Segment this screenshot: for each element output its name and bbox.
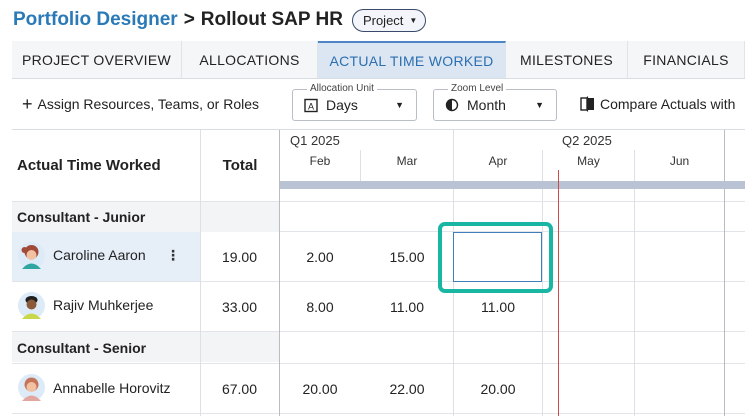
breadcrumb-separator: > bbox=[183, 9, 195, 30]
page-header: Portfolio Designer > Rollout SAP HR Proj… bbox=[0, 0, 745, 40]
today-marker bbox=[558, 170, 559, 416]
more-options-icon[interactable]: ⋮ bbox=[166, 247, 180, 264]
tab-actual-time-worked[interactable]: ACTUAL TIME WORKED bbox=[318, 41, 506, 78]
person-name[interactable]: Rajiv Muhkerjee bbox=[53, 297, 153, 313]
type-selector-value: Project bbox=[362, 12, 404, 28]
time-cell-input[interactable] bbox=[453, 232, 542, 282]
zoom-level-value: Month bbox=[467, 97, 506, 113]
month-label: Feb bbox=[309, 154, 331, 168]
time-cell[interactable]: 22.00 bbox=[361, 381, 453, 397]
total-column-header: Total bbox=[222, 157, 258, 174]
zoom-level-legend: Zoom Level bbox=[448, 83, 507, 95]
tab-bar: PROJECT OVERVIEW ALLOCATIONS ACTUAL TIME… bbox=[12, 41, 745, 79]
compare-icon bbox=[580, 96, 594, 112]
chevron-down-icon: ▼ bbox=[409, 15, 418, 25]
time-grid: Actual Time Worked Total Q1 2025 Q2 2025… bbox=[12, 129, 745, 416]
month-label: Jun bbox=[669, 154, 690, 168]
row-divider bbox=[12, 413, 745, 414]
compare-actuals-label: Compare Actuals with bbox=[600, 96, 736, 112]
calendar-icon: A bbox=[304, 98, 318, 113]
tab-financials[interactable]: FINANCIALS bbox=[628, 41, 745, 78]
time-cell[interactable]: 20.00 bbox=[280, 381, 360, 397]
time-cell[interactable]: 8.00 bbox=[280, 299, 360, 315]
column-divider bbox=[634, 150, 635, 416]
chevron-down-icon: ▼ bbox=[395, 100, 404, 110]
half-circle-icon bbox=[445, 98, 459, 112]
group-label: Consultant - Senior bbox=[17, 340, 147, 356]
avatar bbox=[18, 292, 45, 319]
month-label: Apr bbox=[488, 154, 508, 168]
svg-text:A: A bbox=[308, 101, 314, 111]
row-divider bbox=[12, 281, 745, 282]
compare-actuals-button[interactable]: Compare Actuals with bbox=[580, 96, 735, 112]
plus-icon: + bbox=[22, 94, 33, 114]
type-selector[interactable]: Project ▼ bbox=[351, 8, 427, 32]
avatar bbox=[18, 242, 45, 269]
person-name[interactable]: Annabelle Horovitz bbox=[53, 380, 171, 396]
total-cell: 67.00 bbox=[221, 381, 258, 397]
total-cell: 19.00 bbox=[221, 249, 258, 265]
page-title: Rollout SAP HR bbox=[200, 9, 343, 30]
tab-allocations[interactable]: ALLOCATIONS bbox=[182, 41, 318, 78]
row-divider bbox=[12, 363, 745, 364]
total-cell: 33.00 bbox=[221, 299, 258, 315]
tab-project-overview[interactable]: PROJECT OVERVIEW bbox=[12, 41, 182, 78]
time-cell[interactable]: 2.00 bbox=[280, 249, 360, 265]
column-divider bbox=[724, 130, 725, 416]
grid-title: Actual Time Worked bbox=[17, 157, 161, 174]
timeline-bar bbox=[280, 181, 745, 189]
tab-milestones[interactable]: MILESTONES bbox=[506, 41, 628, 78]
group-label: Consultant - Junior bbox=[17, 209, 146, 225]
avatar bbox=[18, 374, 45, 401]
time-cell[interactable]: 11.00 bbox=[361, 299, 453, 315]
allocation-unit-legend: Allocation Unit bbox=[307, 83, 377, 95]
time-cell[interactable]: 11.00 bbox=[454, 299, 542, 315]
zoom-level-select[interactable]: Zoom Level Month ▼ bbox=[433, 83, 557, 121]
person-name[interactable]: Caroline Aaron bbox=[53, 247, 146, 263]
toolbar: + Assign Resources, Teams, or Roles Allo… bbox=[0, 83, 745, 128]
assign-resources-label: Assign Resources, Teams, or Roles bbox=[37, 96, 260, 112]
quarter-label: Q1 2025 bbox=[290, 133, 340, 148]
month-label: May bbox=[577, 154, 600, 168]
assign-resources-button[interactable]: + Assign Resources, Teams, or Roles bbox=[22, 95, 259, 113]
quarter-label: Q2 2025 bbox=[562, 133, 612, 148]
month-label: Mar bbox=[396, 154, 418, 168]
breadcrumb-portfolio-designer[interactable]: Portfolio Designer bbox=[13, 9, 178, 31]
chevron-down-icon: ▼ bbox=[535, 100, 544, 110]
allocation-unit-value: Days bbox=[326, 97, 358, 113]
allocation-unit-select[interactable]: Allocation Unit A Days ▼ bbox=[292, 83, 417, 121]
time-cell[interactable]: 20.00 bbox=[454, 381, 542, 397]
